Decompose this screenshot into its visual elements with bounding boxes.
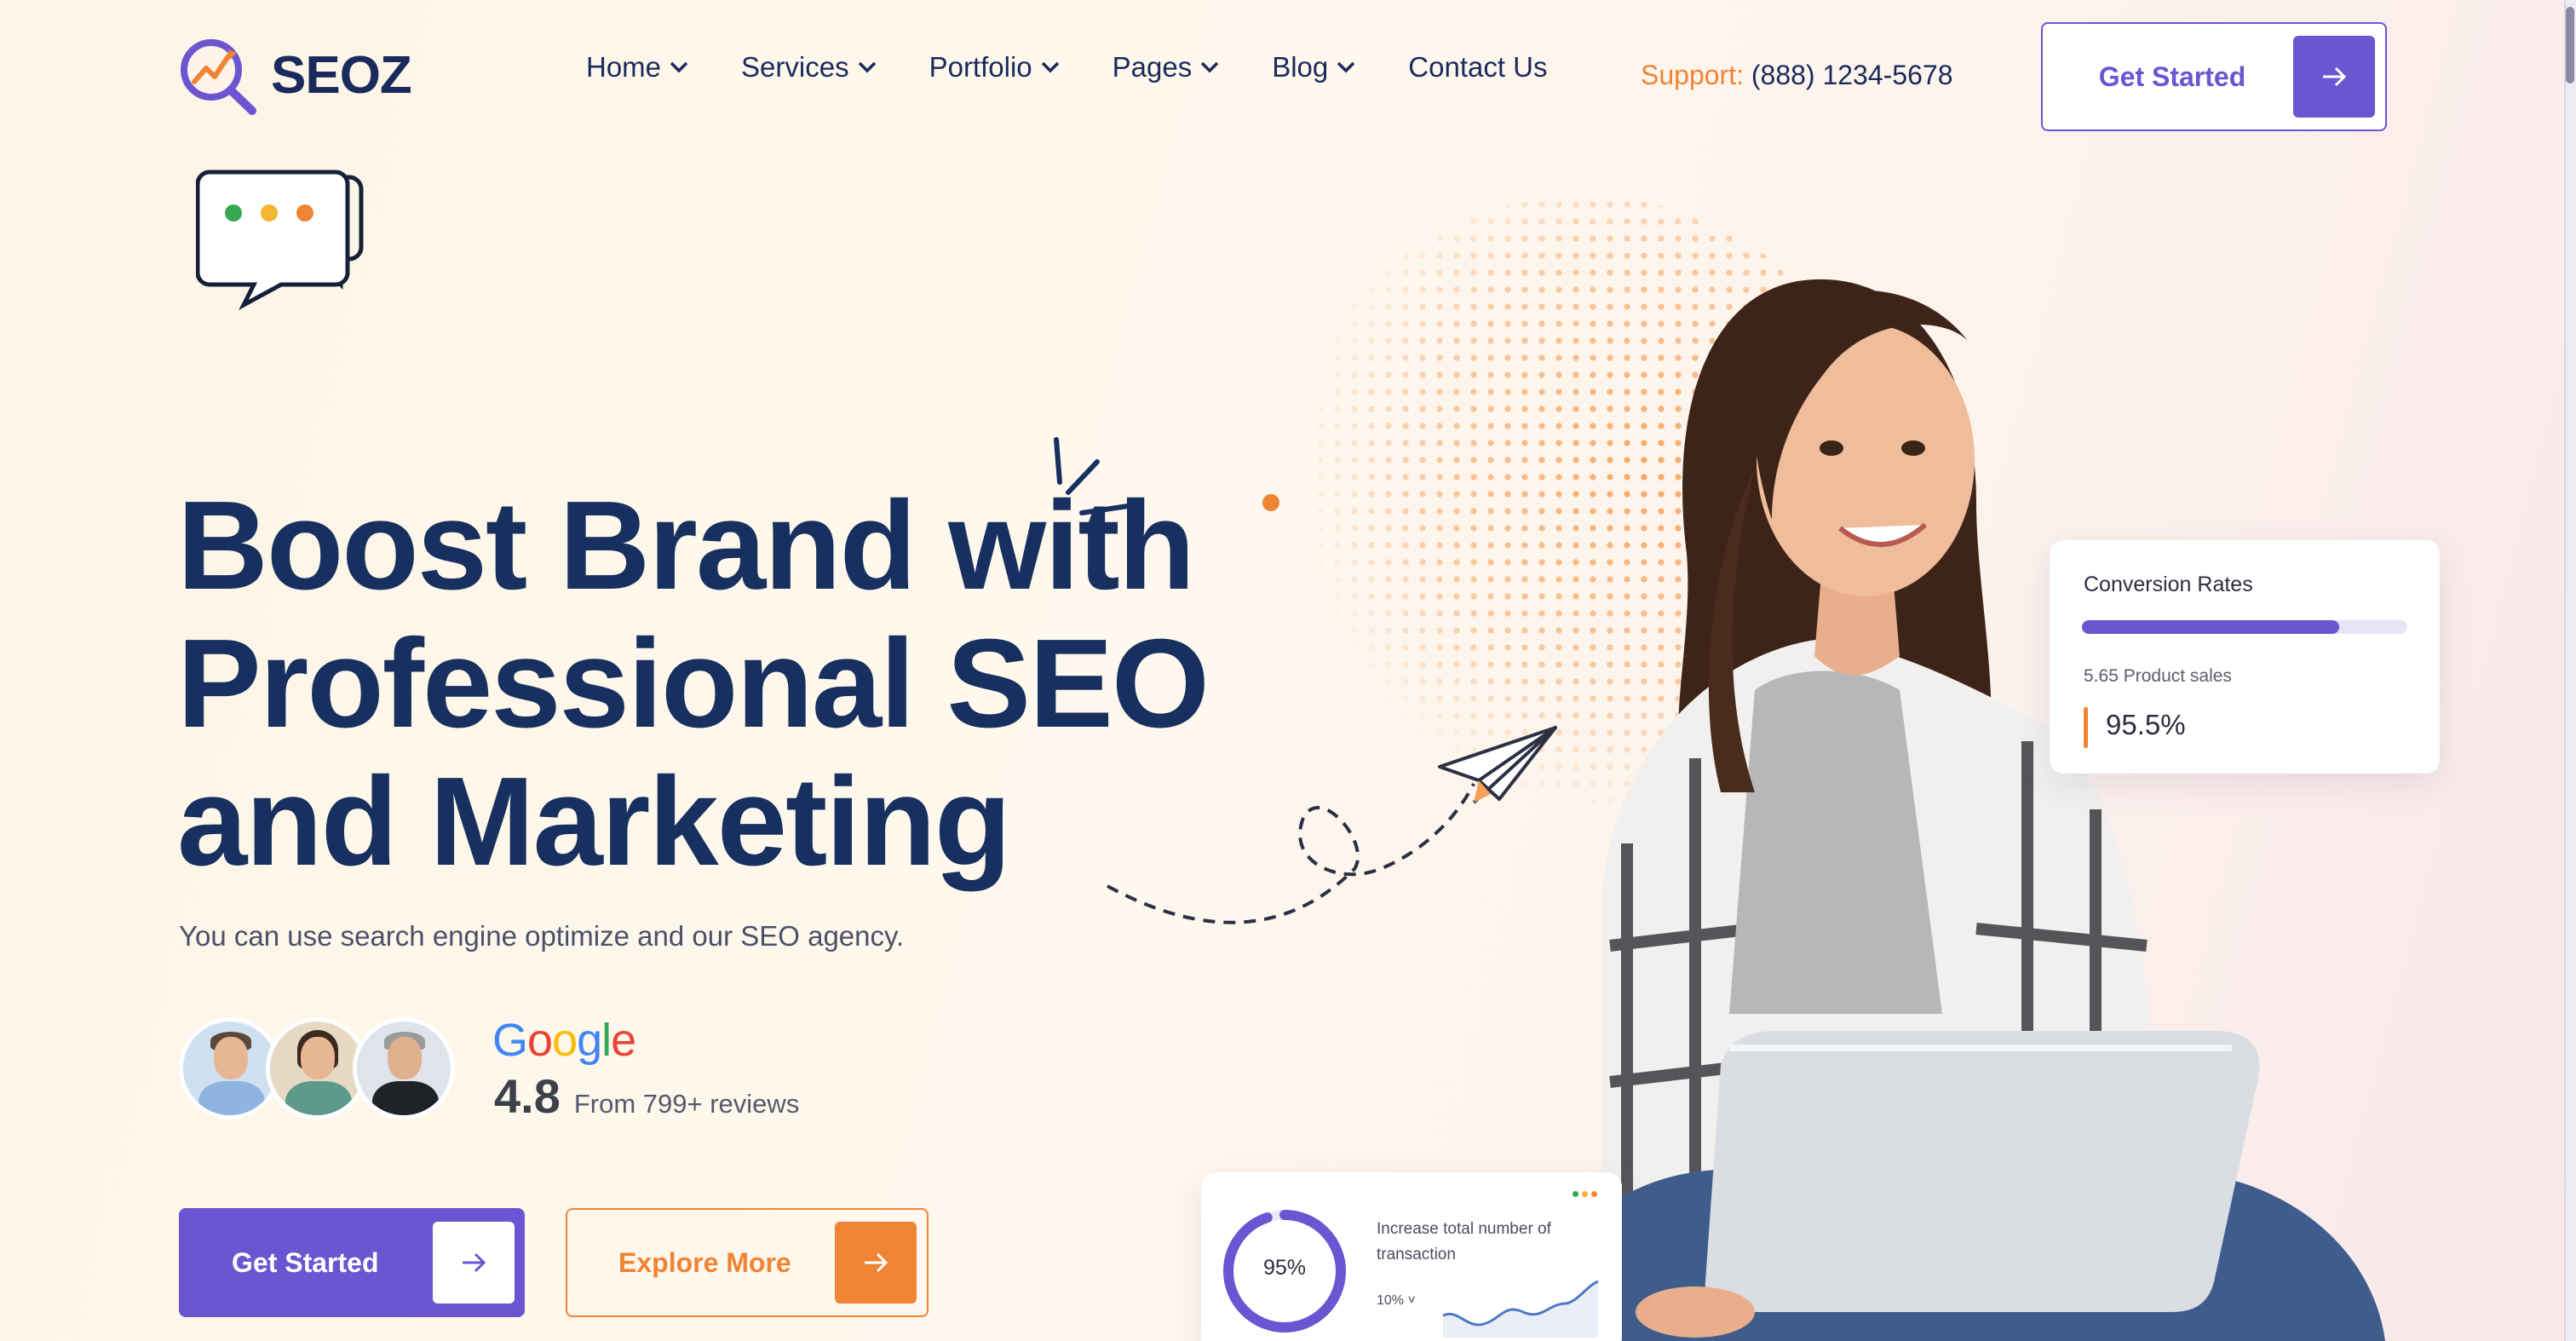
percent-select[interactable]: 10% ˅ <box>1377 1293 1416 1309</box>
support-label: Support: <box>1641 60 1744 90</box>
chevron-down-icon <box>1200 61 1219 73</box>
button-label: Explore More <box>618 1246 791 1278</box>
hero-title-line: Professional SEO <box>177 613 1210 754</box>
google-rating: 4.8 From 799+ reviews <box>494 1068 799 1124</box>
support-number: (888) 1234-5678 <box>1751 60 1953 90</box>
get-started-button[interactable]: Get Started <box>179 1208 525 1317</box>
nav-item-blog[interactable]: Blog <box>1272 51 1355 83</box>
logo[interactable]: SEOZ <box>177 34 412 116</box>
arrow-right-icon <box>835 1222 917 1304</box>
sparkline <box>1442 1280 1599 1338</box>
arrow-right-icon <box>2293 36 2375 118</box>
google-letter: e <box>611 1015 636 1066</box>
google-letter: G <box>492 1015 528 1066</box>
page: SEOZ Home Services Portfolio Pages Blog … <box>0 0 2564 1341</box>
transaction-description: Increase total number of transaction <box>1377 1220 1551 1263</box>
button-label: Get Started <box>232 1246 379 1278</box>
explore-more-button[interactable]: Explore More <box>566 1208 929 1317</box>
nav-item-label: Contact Us <box>1408 51 1548 83</box>
hero-subtitle: You can use search engine optimize and o… <box>179 920 905 952</box>
arrow-right-icon <box>433 1222 515 1304</box>
nav-item-label: Pages <box>1112 51 1193 83</box>
magnifier-chart-icon <box>181 39 256 115</box>
support-phone[interactable]: Support: (888) 1234-5678 <box>1641 60 1952 91</box>
card-menu-dots[interactable] <box>1573 1191 1597 1197</box>
nav-item-label: Home <box>586 51 662 83</box>
card-title: Conversion Rates <box>2084 573 2253 596</box>
google-letter: g <box>577 1015 602 1066</box>
rating-value: 4.8 <box>494 1069 561 1123</box>
hero-person-image <box>1533 279 2385 1341</box>
nav-item-home[interactable]: Home <box>586 51 688 83</box>
chat-bubble-icon <box>196 170 364 311</box>
scrollbar[interactable] <box>2564 0 2576 1341</box>
chevron-down-icon <box>1337 61 1355 73</box>
conversion-rates-card: Conversion Rates 5.65 Product sales 95.5… <box>2050 540 2440 774</box>
chevron-down-icon <box>858 61 876 73</box>
header-cta-label: Get Started <box>2098 60 2246 92</box>
nav-item-portfolio[interactable]: Portfolio <box>929 51 1060 83</box>
main-nav: Home Services Portfolio Pages Blog Conta… <box>586 51 1601 83</box>
chevron-down-icon <box>670 61 688 73</box>
review-count: From 799+ reviews <box>573 1089 800 1119</box>
product-sales-label: 5.65 Product sales <box>2084 666 2232 686</box>
nav-item-contact[interactable]: Contact Us <box>1408 51 1547 83</box>
nav-item-pages[interactable]: Pages <box>1113 51 1220 83</box>
nav-item-label: Portfolio <box>929 51 1032 83</box>
nav-item-services[interactable]: Services <box>741 51 877 83</box>
decor-dot <box>1262 494 1279 511</box>
transaction-card: 95% Increase total number of transaction… <box>1201 1172 1622 1341</box>
google-letter: o <box>552 1015 578 1066</box>
nav-item-label: Services <box>741 51 849 83</box>
conversion-percent: 95.5% <box>2106 709 2186 740</box>
header-get-started-button[interactable]: Get Started <box>2041 22 2387 131</box>
chevron-down-icon <box>1041 61 1059 73</box>
hero-title: Boost Brand with Professional SEO and Ma… <box>177 477 1210 892</box>
google-logo: Google <box>492 1014 636 1067</box>
nav-item-label: Blog <box>1272 51 1329 83</box>
accent-bar <box>2084 707 2088 748</box>
sparkle-icon <box>1054 437 1130 515</box>
brand-name: SEOZ <box>271 45 412 105</box>
google-letter: l <box>601 1015 612 1066</box>
donut-value: 95% <box>1262 1256 1307 1280</box>
google-letter: o <box>527 1015 553 1066</box>
scrollbar-thumb[interactable] <box>2566 7 2574 83</box>
avatar <box>353 1017 455 1119</box>
reviewer-avatars <box>179 1017 455 1119</box>
conversion-progress-fill <box>2082 620 2339 634</box>
hero-title-line: and Marketing <box>177 751 1011 892</box>
conversion-progress-track <box>2082 620 2407 634</box>
